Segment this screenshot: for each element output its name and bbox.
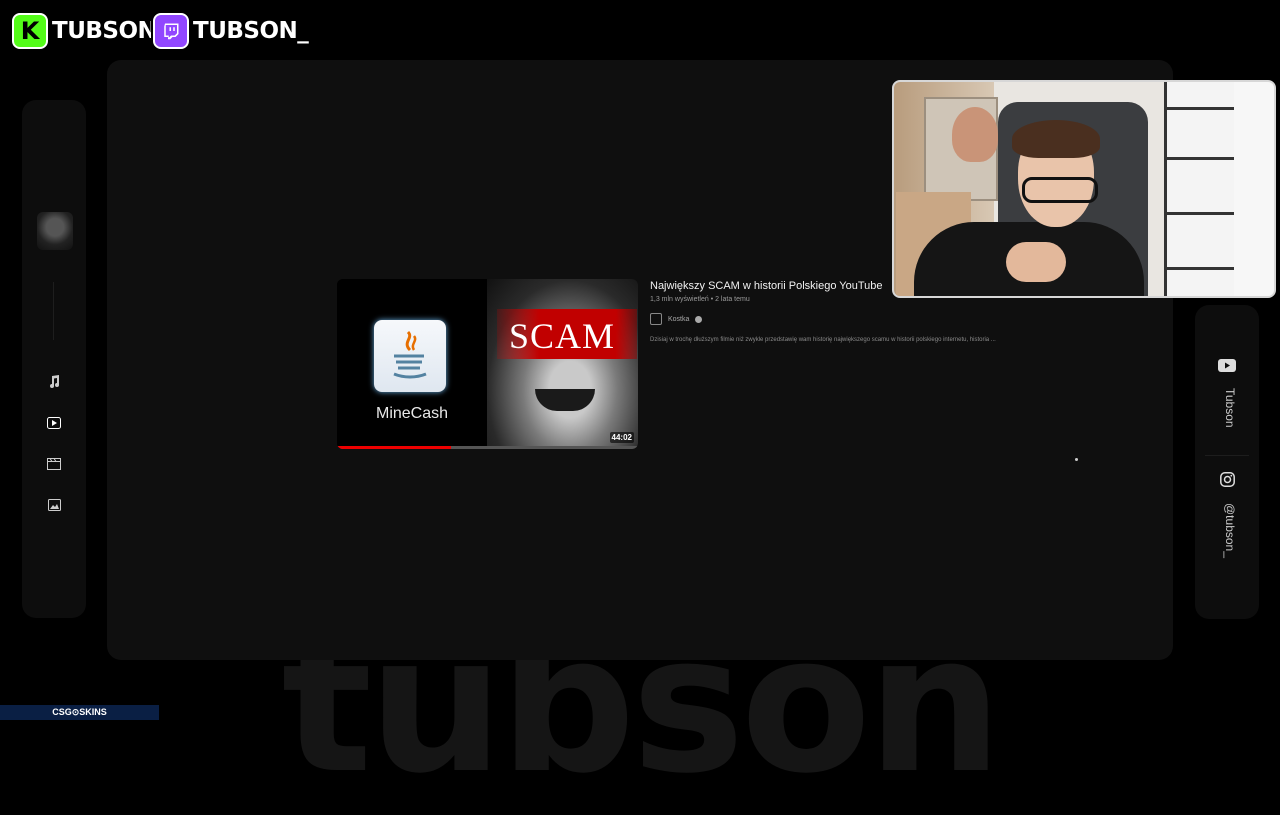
kick-badge: K TUBSON bbox=[12, 12, 157, 50]
twitch-badge: TUBSON_ bbox=[153, 12, 309, 50]
thumbnail-face-panel: SCAM bbox=[487, 279, 638, 449]
channel-avatar bbox=[650, 313, 662, 325]
channel-name[interactable]: Kostka bbox=[668, 316, 689, 323]
clapperboard-icon[interactable] bbox=[42, 452, 66, 476]
youtube-icon[interactable] bbox=[1217, 355, 1237, 375]
kick-username: TUBSON bbox=[52, 18, 157, 44]
channel-row[interactable]: Kostka bbox=[650, 313, 1090, 325]
video-description: Dzisiaj w trochę dłuższym filmie niż zwy… bbox=[650, 337, 996, 343]
image-icon[interactable] bbox=[42, 493, 66, 517]
thumbnail-scam-text: SCAM bbox=[509, 316, 616, 356]
instagram-icon[interactable] bbox=[1217, 469, 1237, 489]
social-divider bbox=[1205, 455, 1249, 456]
social-sidebar: Tubson @tubson_ bbox=[1195, 305, 1259, 619]
left-sidebar bbox=[22, 100, 86, 618]
video-thumbnail[interactable]: MineCash SCAM 44:02 bbox=[337, 279, 638, 449]
java-logo-icon bbox=[374, 320, 446, 392]
watch-progress-fill bbox=[337, 446, 452, 449]
sidebar-divider bbox=[53, 282, 54, 340]
watch-progress-bar bbox=[337, 446, 638, 449]
verified-icon bbox=[695, 315, 703, 323]
video-duration: 44:02 bbox=[609, 432, 634, 443]
webcam-feed bbox=[892, 80, 1276, 298]
youtube-handle[interactable]: Tubson bbox=[1217, 388, 1237, 428]
avatar[interactable] bbox=[37, 212, 73, 250]
twitch-icon bbox=[153, 13, 189, 49]
thumbnail-minecash-text: MineCash bbox=[375, 405, 449, 422]
instagram-handle[interactable]: @tubson_ bbox=[1217, 503, 1237, 558]
cursor-dot bbox=[1075, 458, 1078, 461]
twitch-username: TUBSON_ bbox=[193, 18, 309, 44]
thumbnail-left-panel: MineCash bbox=[337, 279, 487, 449]
play-icon[interactable] bbox=[42, 411, 66, 435]
kick-icon: K bbox=[12, 13, 48, 49]
thumbnail-mouth bbox=[535, 389, 595, 411]
sponsor-banner: CSG⊙SKINS bbox=[0, 705, 159, 720]
music-icon[interactable] bbox=[42, 370, 66, 394]
